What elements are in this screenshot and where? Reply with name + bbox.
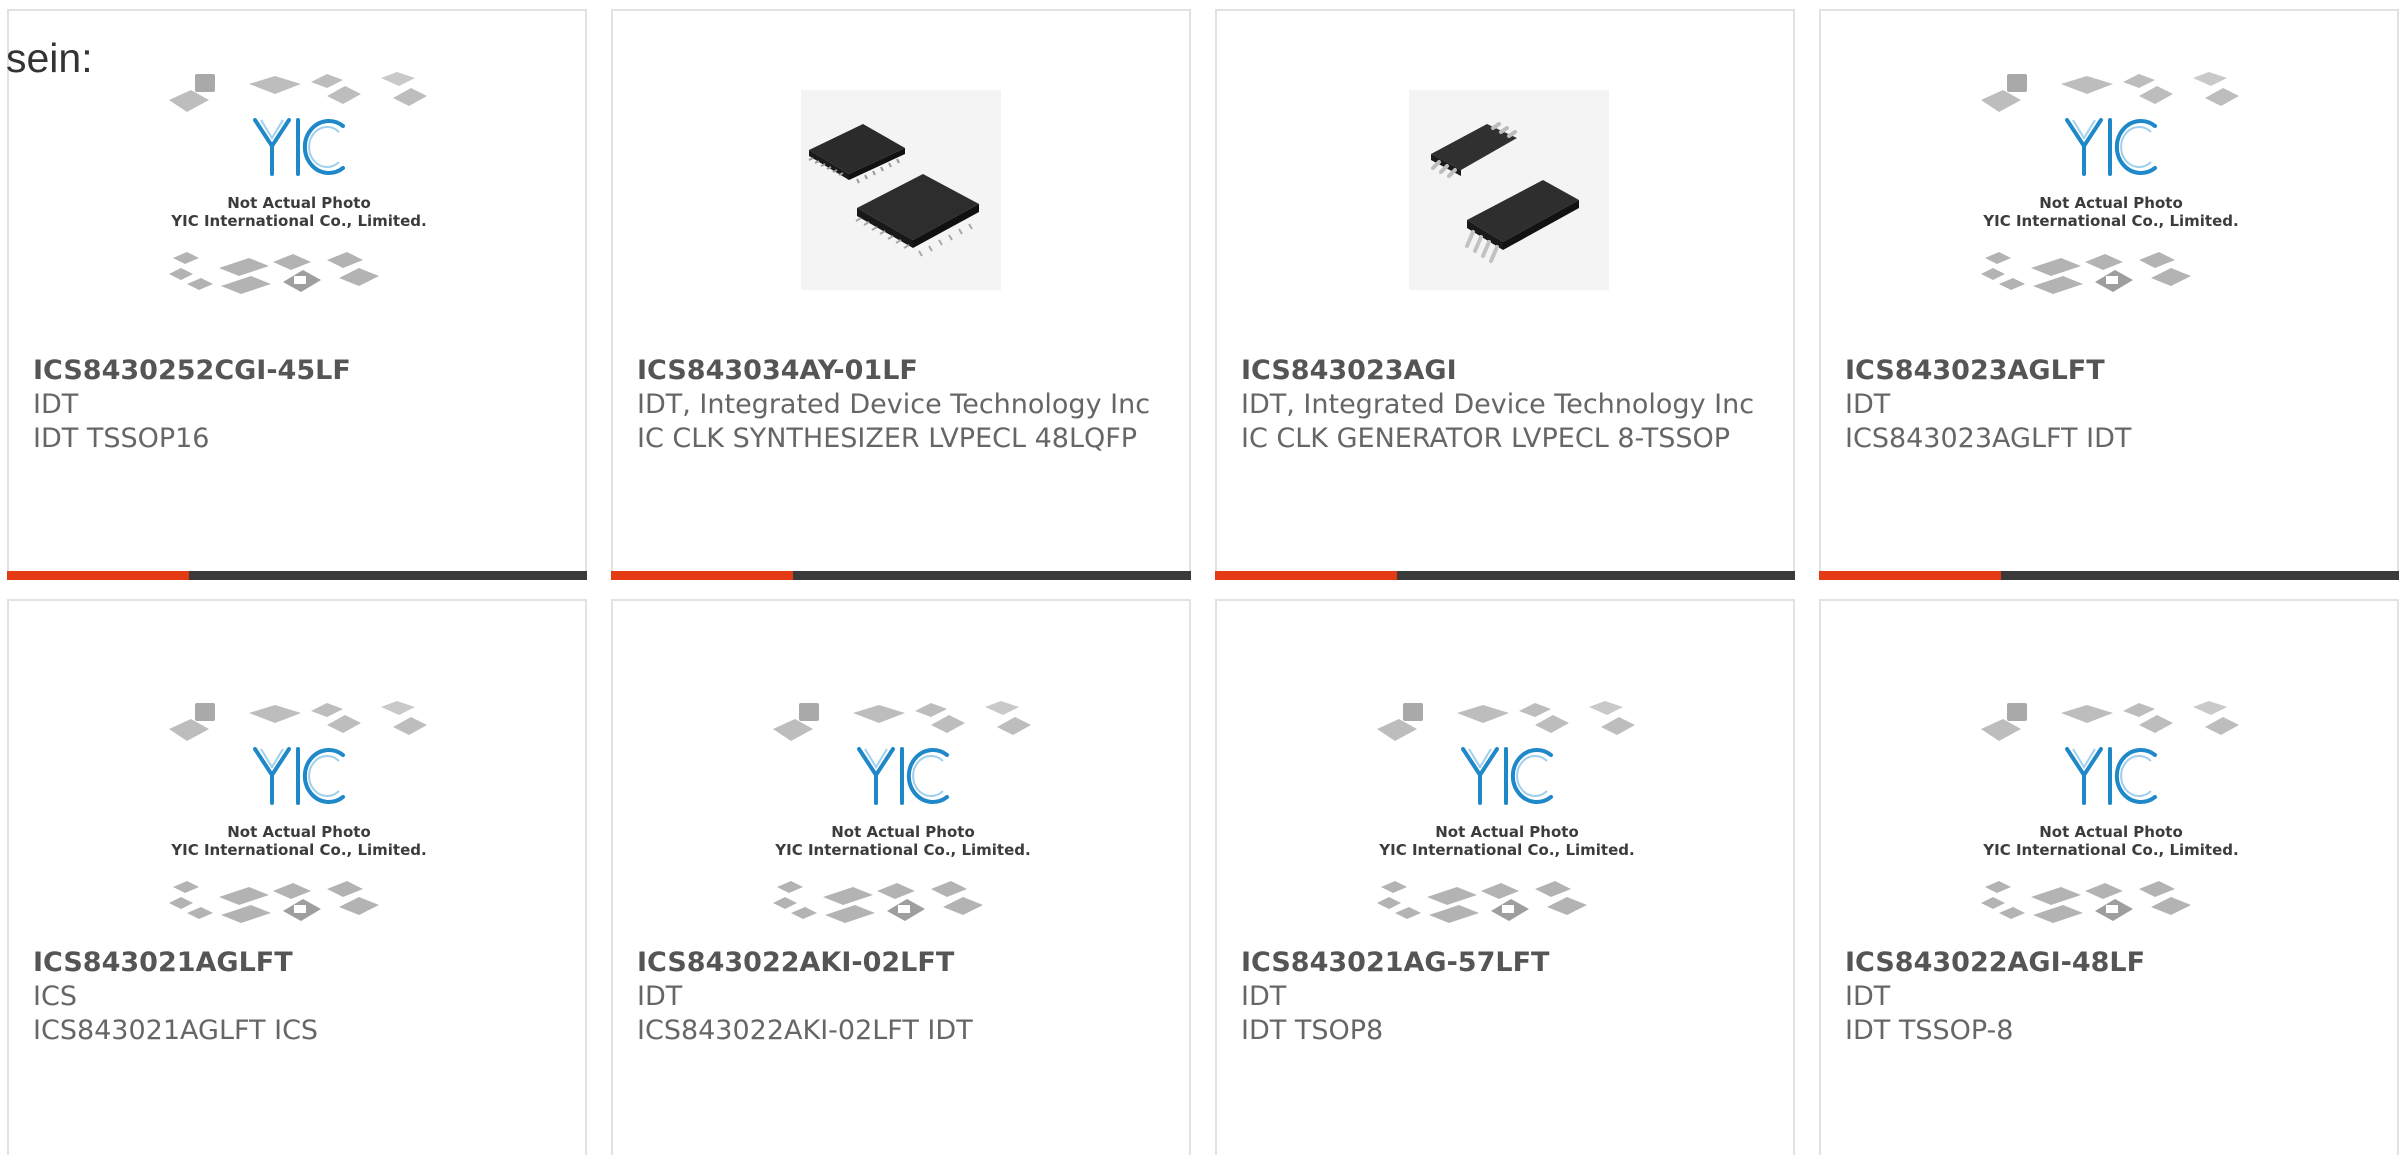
placeholder-line1: Not Actual Photo [2039, 823, 2183, 841]
product-image[interactable] [613, 62, 1189, 312]
product-info: ICS8430252CGI-45LF IDT IDT TSSOP16 [33, 354, 561, 456]
product-card[interactable]: Not Actual Photo YIC International Co., … [611, 599, 1191, 1155]
product-brand: IDT, Integrated Device Technology Inc [637, 389, 1151, 420]
product-description: IDT TSSOP16 [33, 423, 210, 454]
product-info: ICS843022AGI-48LF IDT IDT TSSOP-8 [1845, 946, 2373, 1048]
product-description: ICS843022AKI-02LFT IDT [637, 1015, 973, 1046]
card-accent-bar [1819, 571, 2001, 580]
product-brand: IDT [33, 389, 79, 420]
product-part-number[interactable]: ICS843034AY-01LF [637, 354, 1165, 388]
card-footer-bar [611, 571, 1191, 580]
placeholder-line1: Not Actual Photo [831, 823, 975, 841]
product-part-number[interactable]: ICS843021AGLFT [33, 946, 561, 980]
placeholder-line1: Not Actual Photo [2039, 194, 2183, 212]
card-accent-bar [611, 571, 793, 580]
product-image[interactable] [1217, 62, 1793, 312]
placeholder-line2: YIC International Co., Limited. [1378, 841, 1634, 859]
product-description: ICS843023AGLFT IDT [1845, 423, 2132, 454]
product-card[interactable]: Not Actual Photo YIC International Co., … [1215, 599, 1795, 1155]
placeholder-line1: Not Actual Photo [1435, 823, 1579, 841]
not-actual-photo-placeholder: Not Actual Photo YIC International Co., … [773, 701, 1031, 923]
product-description: ICS843021AGLFT ICS [33, 1015, 319, 1046]
product-description: IDT TSSOP-8 [1845, 1015, 2014, 1046]
product-info: ICS843023AGI IDT, Integrated Device Tech… [1241, 354, 1769, 456]
product-brand: ICS [33, 981, 77, 1012]
qfp-chip-photo [801, 90, 1001, 290]
product-image[interactable]: Not Actual Photo YIC International Co., … [613, 691, 1189, 941]
card-accent-bar [1215, 571, 1397, 580]
not-actual-photo-placeholder: Not Actual Photo YIC International Co., … [169, 72, 427, 294]
card-footer-bar [7, 571, 587, 580]
card-footer-bar [1215, 571, 1795, 580]
product-image[interactable]: Not Actual Photo YIC International Co., … [9, 62, 585, 312]
product-description: IDT TSOP8 [1241, 1015, 1384, 1046]
product-info: ICS843034AY-01LF IDT, Integrated Device … [637, 354, 1165, 456]
product-brand: IDT, Integrated Device Technology Inc [1241, 389, 1755, 420]
card-accent-bar [7, 571, 189, 580]
product-card[interactable]: ICS843023AGI IDT, Integrated Device Tech… [1215, 9, 1795, 580]
product-card[interactable]: Not Actual Photo YIC International Co., … [7, 9, 587, 580]
product-brand: IDT [637, 981, 683, 1012]
tssop-chip-photo [1409, 90, 1609, 290]
product-card[interactable]: Not Actual Photo YIC International Co., … [1819, 9, 2399, 580]
product-image[interactable]: Not Actual Photo YIC International Co., … [9, 691, 585, 941]
placeholder-line1: Not Actual Photo [227, 194, 371, 212]
placeholder-line2: YIC International Co., Limited. [170, 212, 426, 230]
product-part-number[interactable]: ICS843023AGI [1241, 354, 1769, 388]
not-actual-photo-placeholder: Not Actual Photo YIC International Co., … [169, 701, 427, 923]
section-heading: sein: [6, 35, 93, 81]
product-image[interactable]: Not Actual Photo YIC International Co., … [1821, 62, 2397, 312]
product-part-number[interactable]: ICS843022AKI-02LFT [637, 946, 1165, 980]
not-actual-photo-placeholder: Not Actual Photo YIC International Co., … [1377, 701, 1635, 923]
product-image[interactable]: Not Actual Photo YIC International Co., … [1821, 691, 2397, 941]
not-actual-photo-placeholder: Not Actual Photo YIC International Co., … [1981, 701, 2239, 923]
placeholder-line2: YIC International Co., Limited. [774, 841, 1030, 859]
product-card[interactable]: ICS843034AY-01LF IDT, Integrated Device … [611, 9, 1191, 580]
product-description: IC CLK SYNTHESIZER LVPECL 48LQFP [637, 423, 1138, 454]
placeholder-line2: YIC International Co., Limited. [1982, 212, 2238, 230]
product-card[interactable]: Not Actual Photo YIC International Co., … [1819, 599, 2399, 1155]
product-image[interactable]: Not Actual Photo YIC International Co., … [1217, 691, 1793, 941]
product-brand: IDT [1845, 981, 1891, 1012]
product-description: IC CLK GENERATOR LVPECL 8-TSSOP [1241, 423, 1731, 454]
placeholder-line2: YIC International Co., Limited. [1982, 841, 2238, 859]
product-brand: IDT [1845, 389, 1891, 420]
product-info: ICS843023AGLFT IDT ICS843023AGLFT IDT [1845, 354, 2373, 456]
placeholder-line2: YIC International Co., Limited. [170, 841, 426, 859]
product-info: ICS843021AG-57LFT IDT IDT TSOP8 [1241, 946, 1769, 1048]
placeholder-line1: Not Actual Photo [227, 823, 371, 841]
product-brand: IDT [1241, 981, 1287, 1012]
product-part-number[interactable]: ICS843021AG-57LFT [1241, 946, 1769, 980]
product-info: ICS843022AKI-02LFT IDT ICS843022AKI-02LF… [637, 946, 1165, 1048]
product-part-number[interactable]: ICS8430252CGI-45LF [33, 354, 561, 388]
product-part-number[interactable]: ICS843022AGI-48LF [1845, 946, 2373, 980]
product-part-number[interactable]: ICS843023AGLFT [1845, 354, 2373, 388]
card-footer-bar [1819, 571, 2399, 580]
product-info: ICS843021AGLFT ICS ICS843021AGLFT ICS [33, 946, 561, 1048]
product-card[interactable]: Not Actual Photo YIC International Co., … [7, 599, 587, 1155]
not-actual-photo-placeholder: Not Actual Photo YIC International Co., … [1981, 72, 2239, 294]
